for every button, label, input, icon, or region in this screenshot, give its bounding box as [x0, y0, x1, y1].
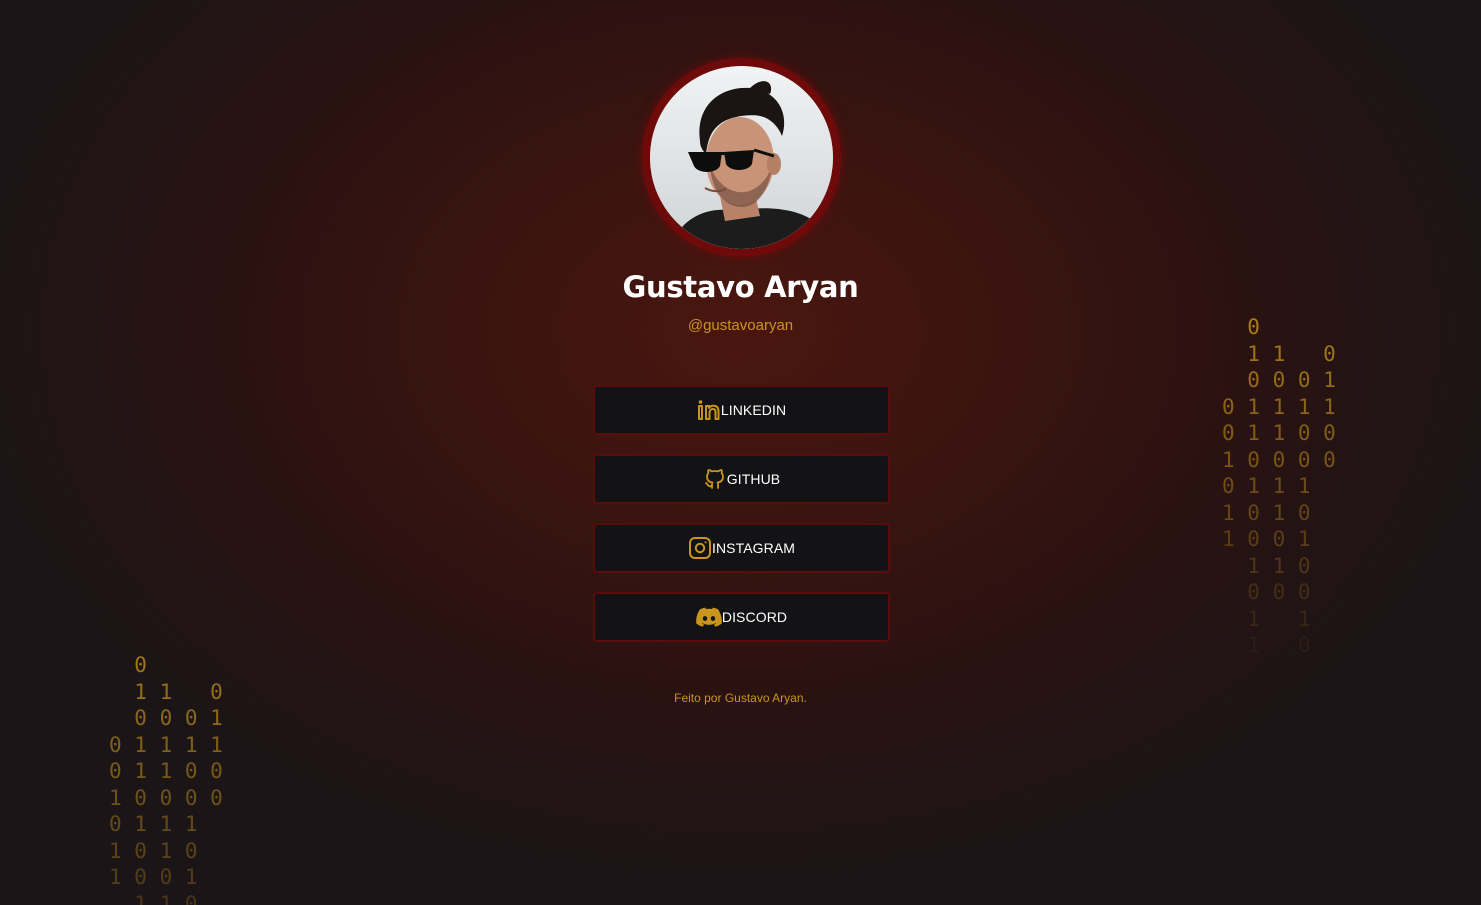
discord-label: DISCORD [721, 609, 788, 625]
binary-row: 0 1 1 1 [109, 812, 223, 836]
binary-row: 1 1 [1222, 606, 1336, 631]
binary-row: 0 1 1 0 0 [1222, 421, 1336, 445]
instagram-label: INSTAGRAM [711, 540, 796, 556]
linkedin-icon [697, 399, 721, 421]
binary-row: 0 0 0 [1222, 580, 1336, 604]
avatar-ring [642, 58, 841, 257]
binary-row: 0 0 0 1 [109, 706, 223, 730]
binary-row: 0 0 0 1 [1222, 368, 1336, 392]
avatar [650, 66, 833, 249]
binary-row: 0 [109, 653, 223, 677]
binary-row: 0 1 1 1 1 [109, 732, 223, 757]
binary-row: 1 1 0 [109, 891, 223, 905]
binary-row: 1 0 1 0 [1222, 500, 1336, 525]
binary-row: 1 0 [1222, 633, 1336, 657]
binary-row: 0 1 1 1 1 [1222, 394, 1336, 419]
binary-row: 1 1 0 [1222, 341, 1336, 366]
discord-icon [696, 607, 722, 627]
linkedin-label: LINKEDIN [720, 402, 787, 418]
binary-row: 0 1 1 0 0 [109, 759, 223, 783]
instagram-icon [688, 536, 712, 560]
binary-row: 0 1 1 1 [1222, 474, 1336, 498]
binary-row: 1 0 1 0 [109, 838, 223, 863]
binary-row: 1 1 0 [109, 679, 223, 704]
linkedin-button[interactable]: LINKEDIN [593, 385, 890, 435]
binary-row: 1 0 0 0 0 [1222, 447, 1336, 472]
github-icon [703, 467, 727, 491]
binary-row: 1 1 0 [1222, 553, 1336, 578]
binary-row: 1 0 0 1 [109, 865, 223, 889]
instagram-button[interactable]: INSTAGRAM [593, 523, 890, 573]
profile-name: Gustavo Aryan [622, 270, 859, 304]
discord-button[interactable]: DISCORD [593, 592, 890, 642]
binary-row: 1 0 0 1 [1222, 527, 1336, 551]
binary-rain-left: 0 1 1 0 0 0 0 10 1 1 1 10 1 1 0 01 0 0 0… [109, 652, 223, 905]
github-label: GITHUB [726, 471, 781, 487]
github-button[interactable]: GITHUB [593, 454, 890, 504]
binary-row: 1 0 0 0 0 [109, 785, 223, 810]
binary-row: 0 [1222, 315, 1336, 339]
binary-rain-right: 0 1 1 0 0 0 0 10 1 1 1 10 1 1 0 01 0 0 0… [1222, 314, 1336, 659]
